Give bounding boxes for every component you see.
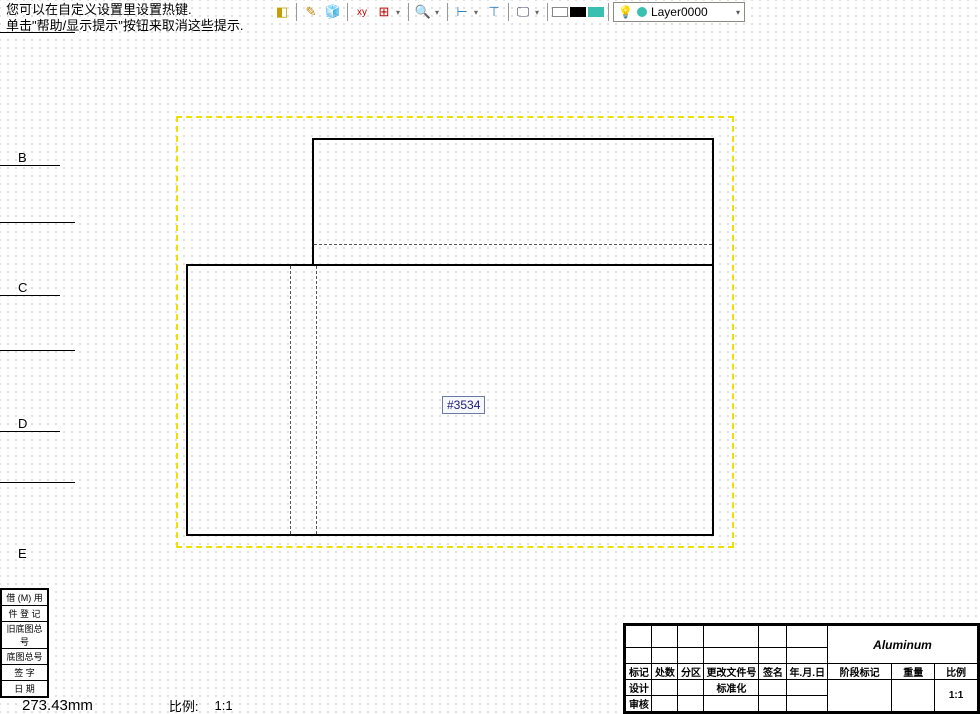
tb-cell (626, 626, 652, 648)
hsnap-dropdown-icon[interactable]: ▾ (474, 8, 482, 17)
tb-cell (652, 680, 678, 696)
tb-cell (678, 680, 704, 696)
lblock-cell: 日 期 (2, 681, 48, 697)
part-edge (186, 264, 314, 266)
lblock-cell: 签 字 (2, 665, 48, 681)
tb-cell: 标准化 (704, 680, 759, 696)
material-cell: Aluminum (828, 626, 978, 664)
tb-hdr: 年.月.日 (787, 664, 828, 680)
frame-letter-c: C (0, 280, 60, 296)
bulb-icon: 💡 (618, 5, 633, 19)
separator (508, 3, 509, 21)
frame-tick (0, 350, 75, 351)
pencil-icon[interactable]: ✎ (301, 2, 321, 22)
frame-letter-e: E (0, 546, 60, 561)
axis-icon[interactable]: xy (352, 2, 372, 22)
grid-dropdown-icon[interactable]: ▾ (396, 8, 404, 17)
tb-cell (704, 648, 759, 664)
lblock-cell: 旧底图总号 (2, 622, 48, 649)
tb-rhdr: 阶段标记 (828, 664, 892, 680)
tb-rhdr: 比例 (935, 664, 978, 680)
separator (408, 3, 409, 21)
tb-cell (626, 648, 652, 664)
part-edge (312, 138, 714, 266)
separator (447, 3, 448, 21)
tb-cell (652, 648, 678, 664)
lblock-cell: 件 登 记 (2, 606, 48, 622)
white-swatch-icon[interactable] (552, 7, 568, 17)
left-title-block: 借 (M) 用 件 登 记 旧底图总号 底图总号 签 字 日 期 (0, 588, 49, 698)
vsnap-icon[interactable]: ⊤ (484, 2, 504, 22)
tb-hdr: 标记 (626, 664, 652, 680)
tb-cell (704, 626, 759, 648)
tb-hdr: 更改文件号 (704, 664, 759, 680)
lblock-cell: 借 (M) 用 (2, 590, 48, 606)
grid-icon[interactable]: ⊞ (374, 2, 394, 22)
tb-cell (652, 626, 678, 648)
separator (608, 3, 609, 21)
box-icon[interactable]: 🧊 (323, 2, 343, 22)
layer-name: Layer0000 (651, 5, 708, 19)
frame-letter-b: B (0, 150, 60, 166)
display-icon[interactable]: 🖵 (513, 2, 533, 22)
tb-cell (787, 680, 828, 696)
separator (347, 3, 348, 21)
tb-cell (678, 626, 704, 648)
zoom-icon[interactable]: 🔍 (413, 2, 433, 22)
status-coordinate: 273.43mm (0, 697, 101, 714)
black-swatch-icon[interactable] (570, 7, 586, 17)
hint-line-1: 您可以在自定义设置里设置热键. (6, 2, 243, 18)
tb-cell (759, 680, 787, 696)
tb-hdr: 签名 (759, 664, 787, 680)
tb-cell (678, 648, 704, 664)
hsnap-icon[interactable]: ⊢ (452, 2, 472, 22)
hidden-line (290, 266, 291, 534)
layer-color-icon[interactable] (588, 7, 604, 17)
separator (547, 3, 548, 21)
hint-line-2: 单击"帮助/显示提示"按钮来取消这些提示. (6, 18, 243, 34)
layer-color-dot-icon (637, 7, 647, 17)
zoom-dropdown-icon[interactable]: ▾ (435, 8, 443, 17)
chevron-down-icon: ▾ (736, 8, 740, 17)
hidden-line (316, 266, 317, 534)
status-bar: 273.43mm 比例: 1:1 (0, 696, 980, 714)
status-scale: 1:1 (207, 698, 241, 713)
eraser-icon[interactable]: ◧ (272, 2, 292, 22)
tb-cell (759, 648, 787, 664)
hidden-line (314, 244, 712, 245)
layer-selector[interactable]: 💡 Layer0000 ▾ (613, 2, 745, 22)
tb-hdr: 处数 (652, 664, 678, 680)
tb-cell (759, 626, 787, 648)
tb-cell (787, 626, 828, 648)
tb-rhdr: 重量 (892, 664, 935, 680)
tb-cell: 设计 (626, 680, 652, 696)
hint-text: 您可以在自定义设置里设置热键. 单击"帮助/显示提示"按钮来取消这些提示. (6, 2, 243, 34)
tb-hdr: 分区 (678, 664, 704, 680)
tb-cell (787, 648, 828, 664)
frame-tick (0, 222, 75, 223)
status-scale-label: 比例: (161, 696, 207, 714)
separator (296, 3, 297, 21)
lblock-cell: 底图总号 (2, 649, 48, 665)
frame-tick (0, 482, 75, 483)
frame-letter-d: D (0, 416, 60, 432)
part-label[interactable]: #3534 (442, 396, 485, 414)
display-dropdown-icon[interactable]: ▾ (535, 8, 543, 17)
